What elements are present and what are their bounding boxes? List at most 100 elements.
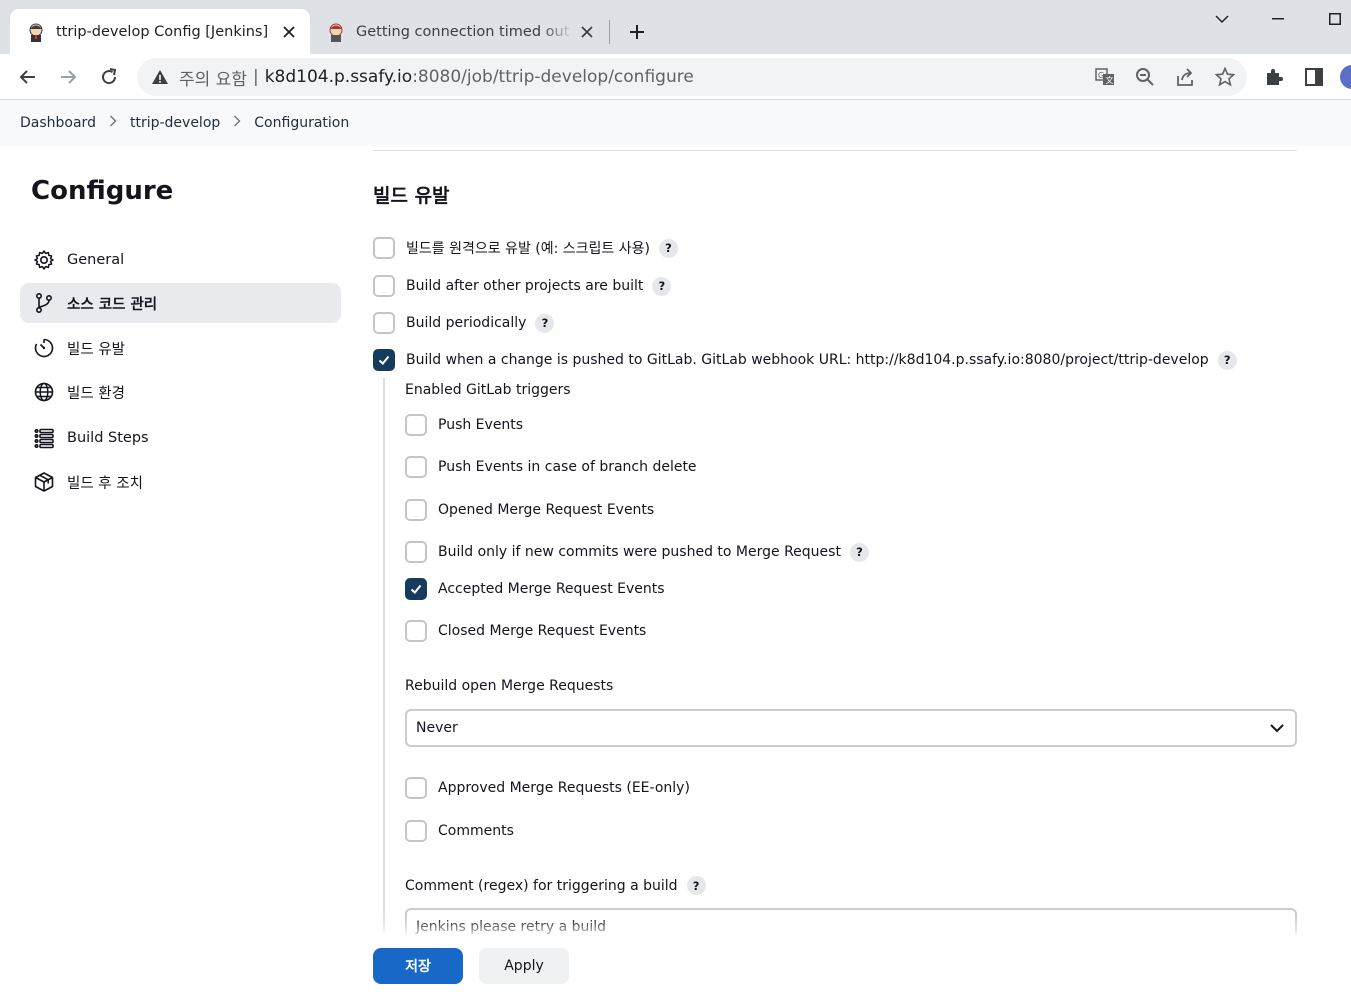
event-label: Push Events <box>438 417 524 433</box>
globe-icon <box>33 381 55 403</box>
tab-gitlab-issue[interactable]: Getting connection timed out w <box>318 9 608 54</box>
tab-title: Getting connection timed out w <box>356 23 574 40</box>
event-label: Opened Merge Request Events <box>438 502 655 518</box>
forward-icon[interactable] <box>53 62 83 92</box>
tab-title: ttrip-develop Config [Jenkins] <box>56 23 269 40</box>
event-label: Push Events in case of branch delete <box>438 459 697 475</box>
address-host: k8d104.p.ssafy.io <box>264 67 413 87</box>
zoom-out-icon[interactable] <box>1131 63 1159 91</box>
help-icon[interactable]: ? <box>535 313 555 333</box>
breadcrumb-dashboard[interactable]: Dashboard <box>20 115 96 131</box>
event-new-commits-mr: Build only if new commits were pushed to… <box>405 541 869 563</box>
sidebar-item-build-environment[interactable]: 빌드 환경 <box>20 372 341 412</box>
extensions-icon[interactable] <box>1260 63 1288 91</box>
trigger-label: Build periodically <box>406 315 527 331</box>
tab-search-chevron-icon[interactable] <box>1209 6 1235 32</box>
sidebar-item-label: General <box>67 252 125 268</box>
trigger-gitlab-push: Build when a change is pushed to GitLab.… <box>373 349 1237 371</box>
warning-icon[interactable] <box>151 68 169 86</box>
enabled-triggers-label: Enabled GitLab triggers <box>405 382 571 398</box>
maximize-icon[interactable] <box>1322 6 1348 32</box>
event-comments: Comments <box>405 820 514 842</box>
translate-icon[interactable]: G文 <box>1091 63 1119 91</box>
opened-mr-checkbox[interactable] <box>405 499 427 521</box>
trigger-gitlab-push-checkbox[interactable] <box>373 349 395 371</box>
help-icon[interactable]: ? <box>849 542 869 562</box>
comment-regex-text: Comment (regex) for triggering a build <box>405 877 678 894</box>
sidebar-item-build-steps[interactable]: Build Steps <box>20 418 341 458</box>
profile-avatar[interactable] <box>1340 65 1351 89</box>
event-label: Comments <box>438 823 514 839</box>
sidebar-item-build-triggers[interactable]: 빌드 유발 <box>20 328 341 368</box>
share-icon[interactable] <box>1171 63 1199 91</box>
comments-checkbox[interactable] <box>405 820 427 842</box>
side-panel-icon[interactable] <box>1300 63 1328 91</box>
comment-regex-label: Comment (regex) for triggering a build ? <box>405 876 706 895</box>
breadcrumb-job[interactable]: ttrip-develop <box>130 115 220 131</box>
address-bar[interactable]: 주의 요함 | k8d104.p.ssafy.io:8080/job/ttrip… <box>137 58 1247 96</box>
reload-icon[interactable] <box>94 62 124 92</box>
save-button[interactable]: 저장 <box>373 948 463 984</box>
event-push: Push Events <box>405 414 523 436</box>
new-commits-mr-checkbox[interactable] <box>405 541 427 563</box>
gear-icon <box>33 249 55 271</box>
trigger-after-other-projects: Build after other projects are built ? <box>373 275 672 297</box>
event-accepted-mr: Accepted Merge Request Events <box>405 578 665 600</box>
push-branch-delete-checkbox[interactable] <box>405 456 427 478</box>
event-approved-mr: Approved Merge Requests (EE-only) <box>405 777 690 799</box>
close-tab-icon[interactable] <box>574 19 600 45</box>
close-tab-icon[interactable] <box>276 19 302 45</box>
trigger-remote: 빌드를 원격으로 유발 (예: 스크립트 사용) ? <box>373 237 678 259</box>
event-label: Closed Merge Request Events <box>438 623 647 639</box>
help-icon[interactable]: ? <box>686 876 706 895</box>
help-icon[interactable]: ? <box>652 276 672 296</box>
bookmark-star-icon[interactable] <box>1211 63 1239 91</box>
address-path: :8080/job/ttrip-develop/configure <box>412 67 694 87</box>
sidebar-item-post-build[interactable]: 빌드 후 조치 <box>20 462 341 502</box>
browser-tabstrip: ttrip-develop Config [Jenkins] Getting c… <box>0 0 1351 54</box>
trigger-periodically-checkbox[interactable] <box>373 312 395 334</box>
event-opened-mr: Opened Merge Request Events <box>405 499 654 521</box>
timer-icon <box>33 337 55 359</box>
jenkins-butler-icon <box>326 22 346 42</box>
sidebar-title: Configure <box>31 176 174 206</box>
list-icon <box>33 427 55 449</box>
trigger-after-other-projects-checkbox[interactable] <box>373 275 395 297</box>
rebuild-mr-select[interactable]: Never <box>405 709 1297 747</box>
approved-mr-checkbox[interactable] <box>405 777 427 799</box>
breadcrumb-configuration[interactable]: Configuration <box>254 115 349 131</box>
rebuild-mr-label: Rebuild open Merge Requests <box>405 678 614 694</box>
new-tab-icon[interactable] <box>624 19 650 45</box>
sidebar-item-label: 빌드 유발 <box>67 341 125 358</box>
address-separator: | <box>252 67 259 87</box>
accepted-mr-checkbox[interactable] <box>405 578 427 600</box>
event-label: Accepted Merge Request Events <box>438 581 665 597</box>
tab-jenkins-config[interactable]: ttrip-develop Config [Jenkins] <box>10 9 310 54</box>
event-closed-mr: Closed Merge Request Events <box>405 620 646 642</box>
minimize-icon[interactable] <box>1265 6 1291 32</box>
help-icon[interactable]: ? <box>1217 350 1237 370</box>
event-push-branch-delete: Push Events in case of branch delete <box>405 456 697 478</box>
sidebar-item-general[interactable]: General <box>20 240 341 280</box>
package-icon <box>33 471 55 493</box>
source-branch-icon <box>33 292 55 314</box>
help-icon[interactable]: ? <box>658 238 678 258</box>
trigger-label: Build after other projects are built <box>406 278 644 294</box>
checkmark-icon <box>378 355 390 365</box>
sidebar-item-source-code[interactable]: 소스 코드 관리 <box>20 283 341 323</box>
back-icon[interactable] <box>13 62 43 92</box>
breadcrumb: Dashboard ttrip-develop Configuration <box>0 100 1351 146</box>
jenkins-butler-icon <box>26 22 46 42</box>
trigger-remote-checkbox[interactable] <box>373 237 395 259</box>
svg-text:文: 文 <box>1106 75 1114 85</box>
checkmark-icon <box>410 584 422 594</box>
closed-mr-checkbox[interactable] <box>405 620 427 642</box>
chevron-right-icon <box>109 115 117 131</box>
apply-button[interactable]: Apply <box>479 948 569 984</box>
browser-toolbar: 주의 요함 | k8d104.p.ssafy.io:8080/job/ttrip… <box>0 54 1351 100</box>
security-label: 주의 요함 <box>179 69 247 90</box>
chevron-down-icon <box>1270 724 1284 733</box>
push-events-checkbox[interactable] <box>405 414 427 436</box>
sidebar-item-label: 소스 코드 관리 <box>67 296 158 313</box>
trigger-label: 빌드를 원격으로 유발 (예: 스크립트 사용) <box>406 241 650 257</box>
